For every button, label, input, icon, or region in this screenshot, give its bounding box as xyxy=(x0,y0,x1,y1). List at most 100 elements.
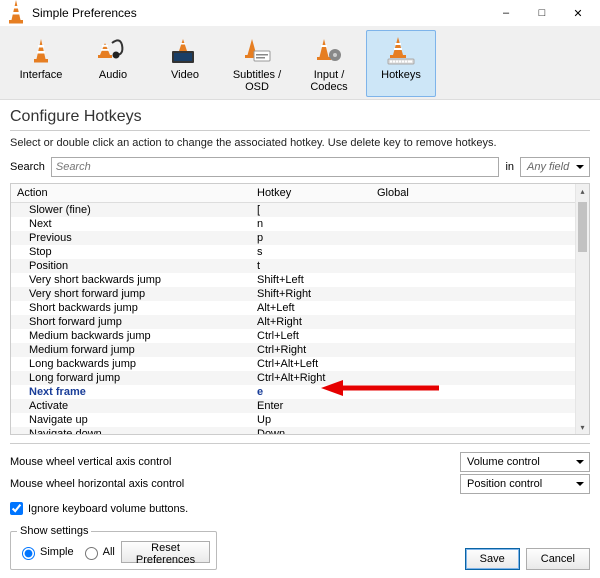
tab-video[interactable]: Video xyxy=(150,30,220,97)
cell-hotkey: Up xyxy=(257,413,377,427)
table-row[interactable]: Short backwards jumpAlt+Left xyxy=(11,301,575,315)
cell-action: Short backwards jump xyxy=(17,301,257,315)
cell-hotkey: Ctrl+Alt+Left xyxy=(257,357,377,371)
reset-preferences-button[interactable]: Reset Preferences xyxy=(121,541,210,563)
cell-hotkey: n xyxy=(257,217,377,231)
cell-global xyxy=(377,217,569,231)
table-row[interactable]: ActivateEnter xyxy=(11,399,575,413)
cell-global xyxy=(377,273,569,287)
table-row[interactable]: Slower (fine)[ xyxy=(11,203,575,217)
cell-global xyxy=(377,245,569,259)
cell-action: Medium backwards jump xyxy=(17,329,257,343)
hotkeys-icon xyxy=(367,35,435,67)
window-close-button[interactable]: ✕ xyxy=(560,0,596,26)
radio-simple-label: Simple xyxy=(40,546,74,558)
cell-global xyxy=(377,399,569,413)
cell-action: Previous xyxy=(17,231,257,245)
search-field-dropdown[interactable]: Any field xyxy=(520,157,590,177)
cell-action: Very short forward jump xyxy=(17,287,257,301)
table-row[interactable]: Very short forward jumpShift+Right xyxy=(11,287,575,301)
scrollbar[interactable]: ▴ ▾ xyxy=(575,184,589,434)
col-global[interactable]: Global xyxy=(377,187,569,199)
cell-hotkey: Alt+Left xyxy=(257,301,377,315)
cell-hotkey: [ xyxy=(257,203,377,217)
cell-global xyxy=(377,259,569,273)
radio-all-input[interactable] xyxy=(85,547,98,560)
vlc-cone-icon xyxy=(6,0,26,29)
tab-label: Video xyxy=(151,69,219,81)
wheel-horizontal-label: Mouse wheel horizontal axis control xyxy=(10,478,184,490)
cell-action: Navigate up xyxy=(17,413,257,427)
cell-global xyxy=(377,427,569,434)
search-row: Search in Any field xyxy=(10,157,590,177)
table-row[interactable]: Long forward jumpCtrl+Alt+Right xyxy=(11,371,575,385)
save-button[interactable]: Save xyxy=(465,548,520,570)
cell-action: Long forward jump xyxy=(17,371,257,385)
cell-action: Slower (fine) xyxy=(17,203,257,217)
table-row[interactable]: Navigate upUp xyxy=(11,413,575,427)
radio-simple-input[interactable] xyxy=(22,547,35,560)
cell-hotkey: t xyxy=(257,259,377,273)
search-label: Search xyxy=(10,161,45,173)
window-maximize-button[interactable]: □ xyxy=(524,0,560,26)
table-row[interactable]: Positiont xyxy=(11,259,575,273)
cell-action: Navigate down xyxy=(17,427,257,434)
radio-all-label: All xyxy=(103,546,115,558)
interface-icon xyxy=(7,35,75,67)
ignore-kb-volume-label: Ignore keyboard volume buttons. xyxy=(28,503,188,515)
tab-audio[interactable]: Audio xyxy=(78,30,148,97)
table-row[interactable]: Stops xyxy=(11,245,575,259)
codecs-icon xyxy=(295,35,363,67)
cell-hotkey: Ctrl+Alt+Right xyxy=(257,371,377,385)
divider xyxy=(10,130,590,131)
radio-simple[interactable]: Simple xyxy=(17,544,74,560)
cell-hotkey: e xyxy=(257,385,377,399)
table-row[interactable]: Navigate downDown xyxy=(11,427,575,434)
cell-global xyxy=(377,301,569,315)
cell-global xyxy=(377,203,569,217)
cell-action: Long backwards jump xyxy=(17,357,257,371)
tab-label: Subtitles / OSD xyxy=(223,69,291,93)
window-title: Simple Preferences xyxy=(32,6,137,20)
table-row[interactable]: Next framee xyxy=(11,385,575,399)
cell-global xyxy=(377,371,569,385)
wheel-vertical-label: Mouse wheel vertical axis control xyxy=(10,456,171,468)
tab-subtitles[interactable]: Subtitles / OSD xyxy=(222,30,292,97)
tab-input-codecs[interactable]: Input / Codecs xyxy=(294,30,364,97)
wheel-horizontal-dropdown[interactable]: Position control xyxy=(460,474,590,494)
cell-global xyxy=(377,413,569,427)
tab-interface[interactable]: Interface xyxy=(6,30,76,97)
table-row[interactable]: Previousp xyxy=(11,231,575,245)
col-hotkey[interactable]: Hotkey xyxy=(257,187,377,199)
radio-all[interactable]: All xyxy=(80,544,115,560)
col-action[interactable]: Action xyxy=(17,187,257,199)
ignore-kb-volume-checkbox[interactable] xyxy=(10,502,23,515)
cell-global xyxy=(377,357,569,371)
hotkey-table: Action Hotkey Global Slower (fine)[Nextn… xyxy=(10,183,590,435)
cancel-button[interactable]: Cancel xyxy=(526,548,590,570)
tab-label: Input / Codecs xyxy=(295,69,363,93)
cell-action: Stop xyxy=(17,245,257,259)
scroll-up-icon[interactable]: ▴ xyxy=(576,184,589,198)
cell-action: Next xyxy=(17,217,257,231)
show-settings-legend: Show settings xyxy=(17,525,91,537)
scroll-thumb[interactable] xyxy=(578,202,587,252)
cell-global xyxy=(377,343,569,357)
dropdown-value: Volume control xyxy=(467,456,540,468)
window-minimize-button[interactable]: – xyxy=(488,0,524,26)
cell-action: Position xyxy=(17,259,257,273)
cell-hotkey: s xyxy=(257,245,377,259)
table-row[interactable]: Medium backwards jumpCtrl+Left xyxy=(11,329,575,343)
table-row[interactable]: Medium forward jumpCtrl+Right xyxy=(11,343,575,357)
tab-label: Hotkeys xyxy=(367,69,435,81)
cell-global xyxy=(377,385,569,399)
search-input[interactable] xyxy=(51,157,500,177)
table-row[interactable]: Long backwards jumpCtrl+Alt+Left xyxy=(11,357,575,371)
table-row[interactable]: Nextn xyxy=(11,217,575,231)
table-row[interactable]: Very short backwards jumpShift+Left xyxy=(11,273,575,287)
tab-hotkeys[interactable]: Hotkeys xyxy=(366,30,436,97)
table-row[interactable]: Short forward jumpAlt+Right xyxy=(11,315,575,329)
scroll-down-icon[interactable]: ▾ xyxy=(576,420,589,434)
video-icon xyxy=(151,35,219,67)
wheel-vertical-dropdown[interactable]: Volume control xyxy=(460,452,590,472)
